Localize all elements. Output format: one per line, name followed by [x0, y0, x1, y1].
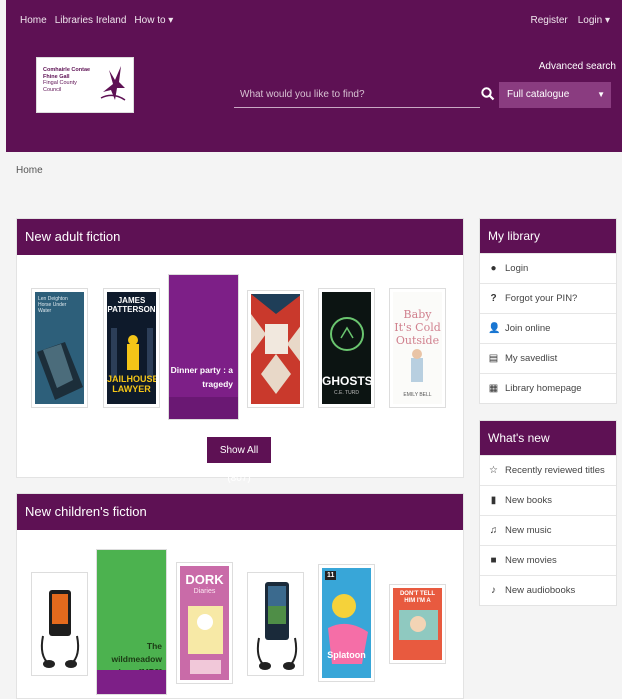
panel-title: My library [480, 219, 616, 253]
bird-emblem-icon [100, 66, 126, 101]
book-cover[interactable]: 11 Splatoon [318, 564, 375, 682]
new-books-link[interactable]: ▮ New books [480, 485, 616, 515]
book-icon: ▮ [490, 495, 497, 506]
recently-reviewed-link[interactable]: ☆ Recently reviewed titles [480, 455, 616, 485]
user-circle-icon: ● [490, 263, 497, 274]
panel-title: New children's fiction [17, 494, 463, 530]
book-cover[interactable]: Baby It's Cold Outside EMILY BELL [389, 288, 446, 408]
login-dropdown[interactable]: Login ▾ [578, 15, 610, 26]
search-bar [234, 82, 480, 108]
savedlist-link[interactable]: ▤ My savedlist [480, 343, 616, 373]
building-icon: ▦ [488, 383, 499, 394]
join-online-link[interactable]: 👤 Join online [480, 313, 616, 343]
music-icon: ♫ [489, 525, 498, 536]
top-nav: Home Libraries Ireland How to ▾ [20, 15, 173, 26]
question-icon: ? [490, 293, 497, 304]
forgot-pin-link[interactable]: ? Forgot your PIN? [480, 283, 616, 313]
user-plus-icon: 👤 [488, 323, 501, 334]
panel-title: New adult fiction [17, 219, 463, 255]
star-icon: ☆ [489, 465, 498, 476]
show-all-button[interactable]: Show All (807) [206, 436, 272, 484]
book-cover[interactable]: GHOSTS C.E. TURD [318, 288, 375, 408]
panel-title: What's new [480, 421, 616, 455]
video-icon: ■ [490, 555, 497, 566]
my-library-panel: My library ● Login ? Forgot your PIN? 👤 … [479, 218, 617, 404]
new-audiobooks-link[interactable]: ♪ New audiobooks [480, 575, 616, 605]
login-link[interactable]: ● Login [480, 253, 616, 283]
register-link[interactable]: Register [530, 15, 567, 26]
account-nav: Register Login ▾ [530, 15, 610, 26]
book-cover[interactable]: DORK Diaries [176, 562, 233, 684]
logo-text: Comhairle Contae Fhine Gall Fingal Count… [43, 67, 91, 93]
new-movies-link[interactable]: ■ New movies [480, 545, 616, 575]
book-cover[interactable] [247, 572, 304, 676]
breadcrumb[interactable]: Home [16, 165, 43, 176]
nav-how-to[interactable]: How to ▾ [134, 15, 173, 26]
council-logo[interactable]: Comhairle Contae Fhine Gall Fingal Count… [36, 57, 134, 113]
search-input[interactable] [234, 82, 480, 106]
book-cover[interactable] [247, 290, 304, 408]
book-cover-wildmeadow-hare[interactable]: The wildmeadow hare [MP3] [96, 549, 167, 695]
advanced-search-link[interactable]: Advanced search [539, 61, 616, 72]
library-homepage-link[interactable]: ▦ Library homepage [480, 373, 616, 403]
book-cover[interactable]: Len Deighton Horse Under Water [31, 288, 88, 408]
new-music-link[interactable]: ♫ New music [480, 515, 616, 545]
headphones-icon: ♪ [491, 585, 496, 596]
book-cover-dinner-party[interactable]: Dinner party : a tragedy [168, 274, 239, 420]
book-cover[interactable]: JAMES PATTERSON JAILHOUSE LAWYER [103, 288, 160, 408]
nav-libraries-ireland[interactable]: Libraries Ireland [55, 15, 127, 26]
search-icon[interactable] [480, 86, 496, 102]
book-cover[interactable]: DON'T TELL HIM I'M A [389, 584, 446, 664]
catalogue-select[interactable]: Full catalogue ▼ [499, 82, 611, 108]
whats-new-panel: What's new ☆ Recently reviewed titles ▮ … [479, 420, 617, 606]
list-icon: ▤ [488, 353, 499, 364]
chevron-down-icon: ▼ [597, 90, 605, 99]
nav-home[interactable]: Home [20, 15, 47, 26]
book-cover[interactable] [31, 572, 88, 676]
